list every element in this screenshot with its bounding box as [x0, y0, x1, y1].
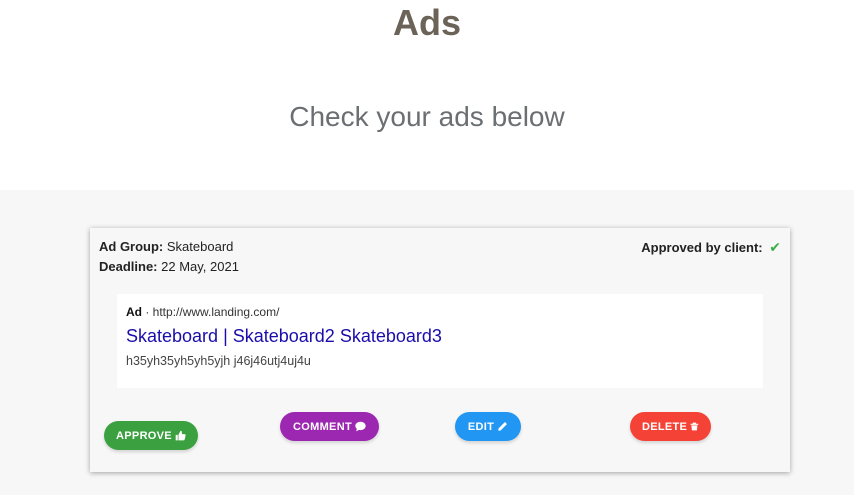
- deadline-line: Deadline: 22 May, 2021: [99, 259, 239, 274]
- comment-button[interactable]: COMMENT: [280, 412, 379, 441]
- approve-button[interactable]: APPROVE: [104, 421, 198, 450]
- edit-button[interactable]: EDIT: [455, 412, 521, 441]
- ad-group-label: Ad Group:: [99, 239, 164, 254]
- ad-description: h35yh35yh5yh5yjh j46j46utj4uj4u: [126, 354, 311, 368]
- ad-group-line: Ad Group: Skateboard: [99, 239, 233, 254]
- ad-url-line: Ad · http://www.landing.com/: [126, 305, 279, 319]
- deadline-value: 22 May, 2021: [161, 259, 239, 274]
- edit-button-label: EDIT: [467, 420, 495, 433]
- ad-card: Ad Group: Skateboard Deadline: 22 May, 2…: [90, 228, 790, 472]
- page-subtitle: Check your ads below: [289, 101, 565, 132]
- page-title: Ads: [392, 2, 461, 43]
- approve-button-label: APPROVE: [116, 429, 172, 442]
- approval-status: Approved by client: ✔: [641, 239, 781, 256]
- pencil-icon: [498, 422, 508, 431]
- ad-separator: ·: [142, 305, 153, 319]
- delete-button-label: DELETE: [642, 420, 688, 433]
- comment-icon: [355, 421, 366, 432]
- approval-label: Approved by client:: [641, 240, 763, 255]
- comment-button-label: COMMENT: [293, 420, 352, 433]
- deadline-label: Deadline:: [99, 259, 158, 274]
- ad-preview: Ad · http://www.landing.com/ Skateboard …: [117, 294, 763, 388]
- trash-icon: [690, 422, 699, 431]
- check-icon: ✔: [769, 239, 781, 255]
- delete-button[interactable]: DELETE: [630, 412, 711, 441]
- ad-headline[interactable]: Skateboard | Skateboard2 Skateboard3: [126, 326, 442, 347]
- thumbs-up-icon: [175, 430, 186, 441]
- ad-url: http://www.landing.com/: [152, 305, 280, 319]
- ad-group-value: Skateboard: [166, 239, 234, 254]
- ad-label: Ad: [126, 305, 142, 319]
